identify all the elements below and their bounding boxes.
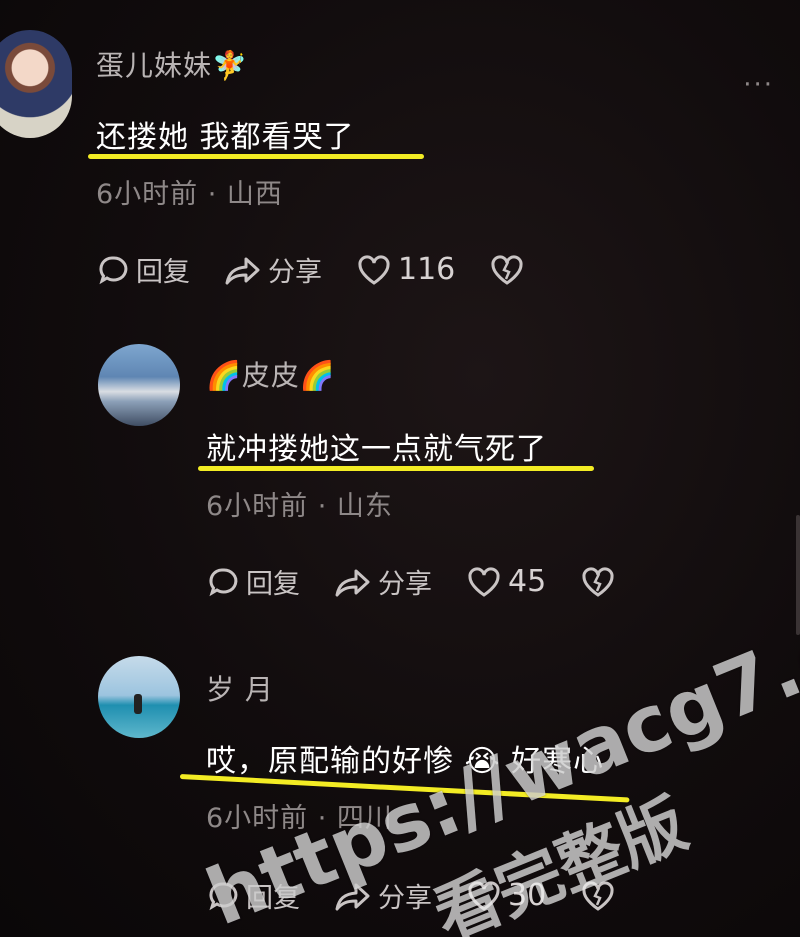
more-options-icon[interactable]: ··· bbox=[743, 70, 774, 100]
share-button[interactable]: 分享 bbox=[334, 562, 432, 601]
reply-button[interactable]: 回复 bbox=[206, 562, 300, 601]
comment-screen: 蛋儿妹妹🧚 ··· 还搂她 我都看哭了 6小时前 · 山西 回复 分享 116 … bbox=[0, 0, 800, 937]
comment-text: 还搂她 我都看哭了 bbox=[96, 120, 355, 155]
share-label: 分享 bbox=[378, 569, 432, 600]
comment-actions: 回复 分享 116 bbox=[96, 250, 565, 289]
reply-icon bbox=[209, 567, 238, 596]
reply-label: 回复 bbox=[136, 257, 190, 288]
comment-text: 就冲搂她这一点就气死了 bbox=[206, 432, 547, 467]
like-button[interactable]: 45 bbox=[466, 564, 546, 599]
broken-heart-icon bbox=[582, 566, 614, 597]
reply-label: 回复 bbox=[246, 569, 300, 600]
comment-actions: 回复 分享 45 bbox=[206, 562, 656, 601]
username[interactable]: 岁 月 bbox=[206, 668, 274, 708]
broken-heart-icon bbox=[491, 254, 523, 285]
highlight-underline bbox=[198, 466, 594, 471]
avatar[interactable] bbox=[98, 344, 180, 426]
share-icon bbox=[225, 257, 260, 284]
username[interactable]: 🌈皮皮🌈 bbox=[206, 354, 336, 394]
share-button[interactable]: 分享 bbox=[224, 250, 322, 289]
like-button[interactable]: 116 bbox=[356, 252, 455, 287]
reply-button[interactable]: 回复 bbox=[96, 250, 190, 289]
comment-meta: 6小时前 · 山东 bbox=[206, 491, 393, 522]
dislike-button[interactable] bbox=[580, 565, 622, 599]
like-count: 45 bbox=[508, 564, 547, 599]
share-icon bbox=[335, 569, 370, 596]
comment-meta: 6小时前 · 山西 bbox=[96, 179, 283, 210]
heart-icon bbox=[358, 254, 390, 285]
reply-icon bbox=[99, 255, 128, 284]
avatar[interactable] bbox=[0, 30, 72, 138]
heart-icon bbox=[468, 566, 500, 597]
share-label: 分享 bbox=[268, 257, 322, 288]
highlight-underline bbox=[88, 154, 424, 159]
dislike-button[interactable] bbox=[489, 253, 531, 287]
username[interactable]: 蛋儿妹妹🧚 bbox=[96, 44, 248, 84]
like-count: 116 bbox=[398, 252, 456, 287]
avatar[interactable] bbox=[98, 656, 180, 738]
